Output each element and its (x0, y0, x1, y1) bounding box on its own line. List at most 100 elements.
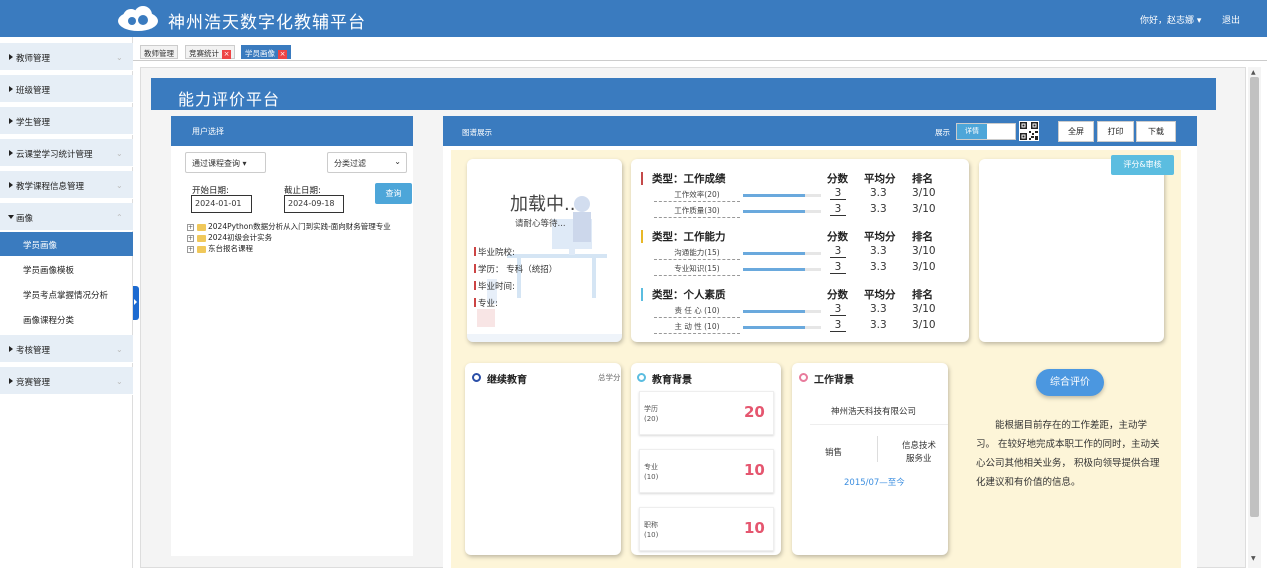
tab-competition-stats[interactable]: 竞赛统计 × (185, 45, 235, 59)
profile-major: 专业: (474, 298, 498, 309)
graph-panel-title: 图谱展示 (462, 128, 492, 137)
tab-student-portrait[interactable]: 学员画像 × (241, 45, 291, 59)
expand-icon[interactable]: + (187, 234, 194, 242)
triangle-right-icon (9, 346, 13, 352)
section-marker (641, 288, 643, 301)
sidebar-item-student[interactable]: 学生管理 (0, 107, 133, 135)
wait-text: 请耐心等待... (515, 219, 566, 229)
rank-value: 3/10 (912, 187, 936, 199)
qr-code-icon[interactable] (1019, 121, 1039, 141)
evaluation-summary: 能根据目前存在的工作差距，主动学习。 在较好地完成本职工作的同时，主动关心公司其… (976, 420, 1160, 488)
score-header: 分数 (827, 173, 848, 185)
average-header: 平均分 (864, 173, 896, 185)
sidebar-subitem-course-category[interactable]: 画像课程分类 (0, 307, 133, 331)
vertical-scrollbar[interactable]: ▲ ▼ (1248, 67, 1261, 568)
expand-icon[interactable]: + (187, 245, 194, 253)
sidebar-subitem-portrait-template[interactable]: 学员画像模板 (0, 257, 133, 281)
section-title: 类型：工作成绩 (652, 173, 726, 185)
sidebar-item-course-info[interactable]: 教学课程信息管理 ⌄ (0, 171, 133, 199)
app-title: 神州浩天数字化教辅平台 (168, 13, 366, 33)
user-menu[interactable]: 你好，赵志娜 ▾ (1140, 13, 1201, 26)
education-row: 学历 (20) 20 (639, 391, 774, 435)
sidebar-item-competition[interactable]: 竞赛管理 ⌄ (0, 367, 133, 395)
detail-toggle[interactable]: 详情 (956, 123, 1016, 140)
score-item-label: 工作效率(20) (654, 189, 740, 202)
rank-value: 3/10 (912, 203, 936, 215)
company-name: 神州浩天科技有限公司 (831, 407, 917, 417)
chevron-up-icon: ⌃ (116, 213, 123, 222)
score-header: 分数 (827, 289, 848, 301)
tree-item[interactable]: + 东台报名课程 (187, 243, 253, 254)
score-progress-bar (743, 310, 821, 313)
fullscreen-button[interactable]: 全屏 (1058, 121, 1094, 142)
category-filter-select[interactable]: 分类过滤 ⌄ (327, 152, 407, 173)
comprehensive-evaluation-button[interactable]: 综合评价 (1036, 369, 1104, 396)
review-button[interactable]: 评分&审核 (1111, 155, 1174, 175)
continuing-education-title: 继续教育 (487, 375, 527, 386)
sidebar-item-cloud-stats[interactable]: 云课堂学习统计管理 ⌄ (0, 139, 133, 167)
average-value: 3.3 (870, 303, 887, 315)
download-button[interactable]: 下载 (1136, 121, 1176, 142)
score-progress-fill (743, 268, 806, 271)
profile-grad-time: 毕业时间: (474, 281, 515, 292)
course-query-dropdown[interactable]: 通过课程查询 ▾ (185, 152, 266, 173)
section-title: 类型：工作能力 (652, 231, 726, 243)
score-progress-fill (743, 310, 806, 313)
score-value: 3 (830, 187, 846, 200)
display-label: 展示 (935, 128, 950, 137)
tree-item[interactable]: +2024Python数据分析从入门到实践-面向财务管理专业 (187, 221, 391, 232)
score-progress-bar (743, 210, 821, 213)
cloud-logo-icon (118, 6, 158, 31)
score-progress-fill (743, 194, 806, 197)
score-value: 3 (830, 303, 846, 316)
tree-item[interactable]: +2024初级会计实务 (187, 232, 272, 243)
score-progress-fill (743, 326, 806, 329)
print-button[interactable]: 打印 (1097, 121, 1134, 142)
average-header: 平均分 (864, 289, 896, 301)
score-item-label: 主 动 性 (10) (654, 321, 740, 334)
sidebar-collapse-handle[interactable] (133, 286, 139, 320)
average-value: 3.3 (870, 261, 887, 273)
position-text: 销售 (825, 448, 843, 458)
sidebar-subitem-exam-analysis[interactable]: 学员考点掌握情况分析 (0, 282, 133, 306)
scrollbar-thumb[interactable] (1250, 77, 1259, 517)
scroll-down-icon[interactable]: ▼ (1251, 555, 1256, 562)
query-button[interactable]: 查询 (375, 183, 412, 204)
triangle-right-icon (9, 118, 13, 124)
sidebar-subitem-student-portrait[interactable]: 学员画像 (0, 232, 133, 256)
sidebar-item-teacher[interactable]: 教师管理 ⌄ (0, 43, 133, 71)
average-value: 3.3 (870, 203, 887, 215)
divider (810, 424, 948, 425)
circle-icon (799, 373, 808, 382)
score-header: 分数 (827, 231, 848, 243)
triangle-right-icon (9, 378, 13, 384)
scroll-up-icon[interactable]: ▲ (1251, 69, 1256, 76)
logout-link[interactable]: 退出 (1222, 13, 1240, 26)
start-date-input[interactable]: 2024-01-01 (191, 195, 252, 213)
sidebar-item-portrait[interactable]: 画像 ⌃ (0, 203, 133, 231)
end-date-input[interactable]: 2024-09-18 (284, 195, 344, 213)
department-line1: 信息技术 (902, 441, 937, 451)
score-item-label: 责 任 心 (10) (654, 305, 740, 318)
sidebar-item-class[interactable]: 班级管理 (0, 75, 133, 103)
close-icon[interactable]: × (222, 49, 231, 59)
tab-teacher-management[interactable]: 教师管理 (140, 45, 178, 59)
top-header: 神州浩天数字化教辅平台 你好，赵志娜 ▾ 退出 (0, 0, 1267, 37)
department-line2: 服务业 (906, 454, 932, 464)
chevron-down-icon: ⌄ (394, 157, 401, 166)
sidebar-item-assessment[interactable]: 考核管理 ⌄ (0, 335, 133, 363)
score-value: 3 (830, 245, 846, 258)
close-icon[interactable]: × (278, 49, 287, 59)
chevron-down-icon: ⌄ (116, 181, 123, 190)
triangle-right-icon (9, 54, 13, 60)
circle-icon (472, 373, 481, 382)
rank-value: 3/10 (912, 319, 936, 331)
triangle-right-icon (9, 150, 13, 156)
major-row: 专业 (10) 10 (639, 449, 774, 493)
review-card (979, 159, 1164, 342)
rank-header: 排名 (912, 289, 933, 301)
expand-icon[interactable]: + (187, 223, 194, 231)
divider (877, 436, 878, 462)
toggle-on-label: 详情 (957, 124, 987, 139)
page-banner (151, 78, 1216, 110)
